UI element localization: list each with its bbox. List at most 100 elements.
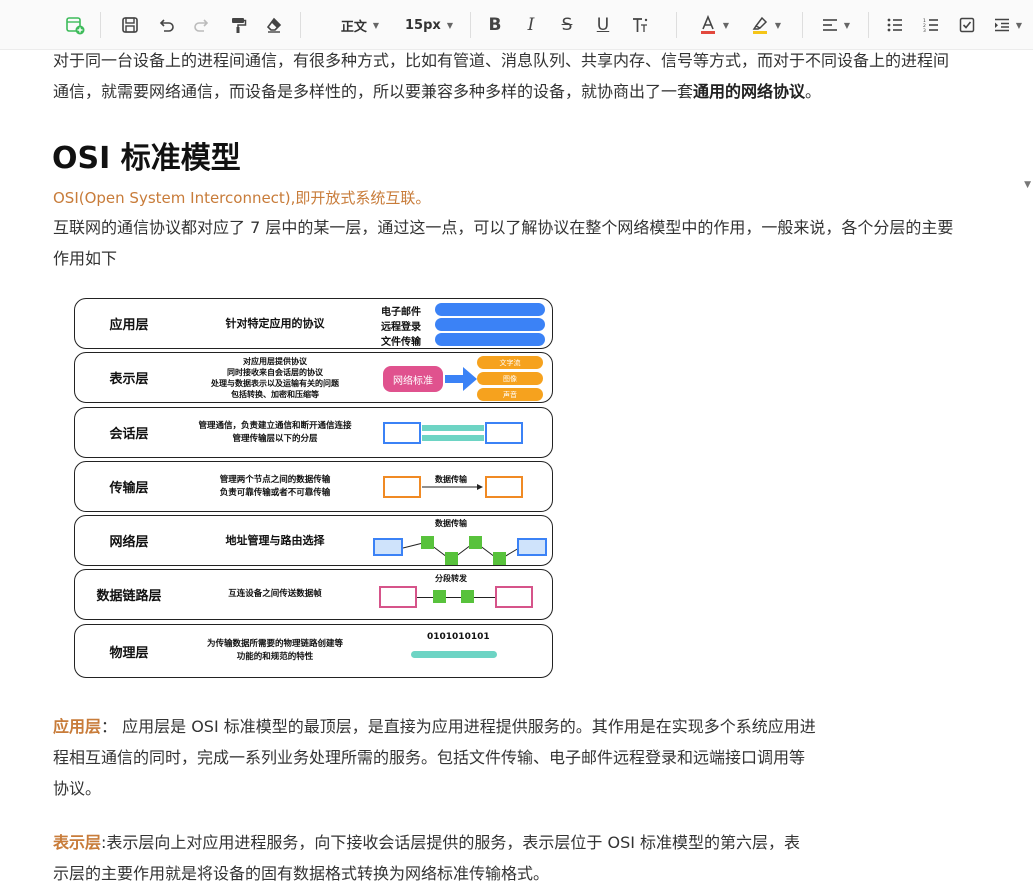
app-line-1: 应用层： 应用层是 OSI 标准模型的最顶层，是直接为应用进程提供服务的。其作用… [53,711,873,742]
clear-format-icon[interactable] [262,10,286,40]
pres-line-1-text: :表示层向上对应用进程服务，向下接收会话层提供的服务，表示层位于 OSI 标准模… [101,833,801,852]
data-link-figure: 分段转发 [365,570,550,619]
connection-bar [422,435,484,441]
computer-icon [373,538,403,556]
align-button[interactable]: ▼ [818,10,854,40]
computer-icon [485,422,523,444]
computer-icon [485,476,523,498]
insert-block-icon[interactable] [62,10,88,40]
layer-desc-line: 对应用层提供协议 [243,356,307,366]
layer-name: 应用层 [109,318,149,333]
app-line-1-text: 应用层是 OSI 标准模型的最顶层，是直接为应用进程提供服务的。其作用是在实现多… [117,717,816,736]
arrow-right-icon [422,484,483,490]
switch-node [433,590,446,603]
layer-name: 传输层 [109,481,149,496]
presentation-layer-paragraph[interactable]: 表示层:表示层向上对应用进程服务，向下接收会话层提供的服务，表示层位于 OSI … [53,827,873,889]
toolbar-divider [802,12,803,38]
chevron-down-icon: ▼ [774,20,782,30]
chevron-down-icon: ▼ [843,20,851,30]
layer-desc-line: 管理通信，负责建立通信和断开通信连接 [198,420,352,431]
layer-desc-line: 管理传输层以下的分层 [232,433,318,444]
pres-line-2: 示层的主要作用就是将设备的固有数据格式转换为网络标准传输格式。 [53,864,550,883]
network-figure: 数据传输 [365,516,550,565]
strikethrough-icon[interactable]: S [556,10,578,40]
item-label: 远程登录 [381,322,421,333]
network-standard-box: 网络标准 [383,366,443,392]
layer-description: 管理两个节点之间的数据传输 负责可靠传输或者不可靠传输 [170,462,380,511]
router-node [445,552,458,565]
session-figure [365,408,550,457]
intro-line-2-text: 通信，就需要网络通信，而设备是多样性的，所以要兼容多种多样的设备，就协商出了一套 [53,82,694,101]
layer-name: 网络层 [109,535,149,550]
application-layer-paragraph[interactable]: 应用层： 应用层是 OSI 标准模型的最顶层，是直接为应用进程提供服务的。其作用… [53,711,873,804]
text-effects-icon[interactable] [626,10,656,40]
toolbar-divider [100,12,101,38]
osi-intro-paragraph[interactable]: 互联网的通信协议都对应了 7 层中的某一层，通过这一点，可以了解协议在整个网络模… [53,212,1011,274]
toolbar-divider [300,12,301,38]
numbered-list-icon[interactable]: 123 [920,10,942,40]
format-chip: 声音 [477,388,543,401]
router-node [493,552,506,565]
section-heading[interactable]: OSI 标准模型 [52,133,241,177]
format-chip: 文字流 [477,356,543,369]
physical-figure: 0101010101 [365,625,550,677]
scroll-down-icon[interactable]: ▼ [1024,180,1031,190]
save-icon[interactable] [118,10,142,40]
pres-label: 表示层 [53,833,102,852]
osi-layer-network: 网络层 地址管理与路由选择 数据传输 [74,515,553,566]
layer-desc-line: 功能的和规范的特性 [236,652,314,662]
checklist-icon[interactable] [956,10,978,40]
underline-icon[interactable]: U [592,10,614,40]
undo-icon[interactable] [154,10,178,40]
data-link-caption: 分段转发 [435,574,467,583]
application-figure: 电子邮件 远程登录 文件传输 [365,299,550,348]
osi-layer-data-link: 数据链路层 互连设备之间传送数据帧 分段转发 [74,569,553,620]
layer-description: 互连设备之间传送数据帧 [170,570,380,619]
layer-name: 物理层 [109,645,149,661]
osi-definition[interactable]: OSI(Open System Interconnect),即开放式系统互联。 [53,185,1011,211]
osi-model-diagram[interactable]: 应用层 针对特定应用的协议 电子邮件 远程登录 文件传输 表示层 对应用层提供协… [74,298,554,680]
osi-intro-line-1: 互联网的通信协议都对应了 7 层中的某一层，通过这一点，可以了解协议在整个网络模… [53,218,954,237]
indent-button[interactable]: ▼ [990,10,1026,40]
osi-intro-line-2: 作用如下 [53,249,118,268]
layer-description: 针对特定应用的协议 [170,299,380,348]
layer-description: 地址管理与路由选择 [170,516,380,565]
highlight-color-button[interactable]: ▼ [744,10,788,40]
transport-figure: 数据传输 [365,462,550,511]
layer-name: 表示层 [109,372,149,387]
paragraph-style-value: 正文 [340,19,367,35]
format-painter-icon[interactable] [226,10,250,40]
app-sep: ： [101,717,118,736]
osi-layer-presentation: 表示层 对应用层提供协议 同时接收来自会话层的协议 处理与数据表示以及运输有关的… [74,352,553,403]
router-node [469,536,482,549]
layer-desc-line: 同时接收来自会话层的协议 [227,367,323,377]
connection-bar [422,425,484,431]
paragraph-style-select[interactable]: 正文 ▼ [330,10,390,40]
switch-node [461,590,474,603]
intro-line-1: 对于同一台设备上的进程间通信，有很多种方式，比如有管道、消息队列、共享内存、信号… [53,51,950,70]
app-line-3: 协议。 [53,779,102,798]
item-label: 文件传输 [381,337,421,348]
layer-desc-line: 管理两个节点之间的数据传输 [219,474,331,485]
italic-icon[interactable]: I [520,10,542,40]
chevron-down-icon: ▼ [1015,20,1023,30]
font-size-select[interactable]: 15px ▼ [400,10,458,40]
layer-description: 对应用层提供协议 同时接收来自会话层的协议 处理与数据表示以及运输有关的问题 包… [170,353,380,402]
toolbar-divider [868,12,869,38]
font-size-value: 15px [405,17,441,33]
layer-desc-line: 处理与数据表示以及运输有关的问题 [211,378,339,388]
bold-icon[interactable]: B [484,10,506,40]
font-color-button[interactable]: ▼ [692,10,736,40]
layer-desc-line: 包括转换、加密和压缩等 [231,389,319,399]
bullet-list-icon[interactable] [884,10,906,40]
intro-line-2: 通信，就需要网络通信，而设备是多样性的，所以要兼容多种多样的设备，就协商出了一套… [53,76,1011,107]
arrow-right-icon [445,367,477,391]
redo-icon[interactable] [190,10,214,40]
app-line-2: 程相互通信的同时，完成一系列业务处理所需的服务。包括文件传输、电子邮件远程登录和… [53,748,806,767]
svg-text:3: 3 [923,28,926,32]
link-line [417,597,495,598]
intro-paragraph[interactable]: 对于同一台设备上的进程间通信，有很多种方式，比如有管道、消息队列、共享内存、信号… [53,45,1011,107]
item-label: 电子邮件 [381,307,421,318]
presentation-figure: 网络标准 文字流 图像 声音 [365,353,550,402]
blue-pill [435,333,545,346]
